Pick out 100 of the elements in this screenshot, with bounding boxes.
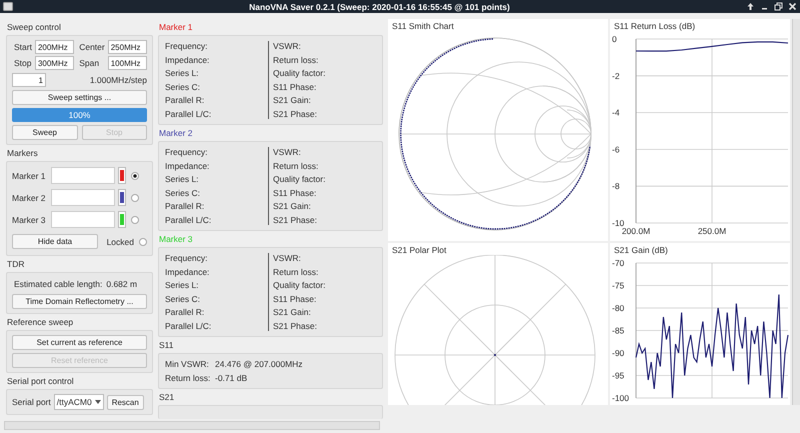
vertical-scrollbar[interactable] bbox=[792, 19, 800, 405]
s11-value: -0.71 dB bbox=[215, 372, 248, 383]
detail-label: Series C: bbox=[165, 294, 201, 304]
detail-label: Impedance: bbox=[165, 266, 210, 277]
detail-label: Parallel R: bbox=[165, 95, 206, 106]
marker-radio[interactable] bbox=[131, 194, 139, 202]
serial-port-label: Serial port bbox=[12, 397, 51, 407]
detail-label: S11 Phase: bbox=[273, 188, 318, 198]
detail-label: S21 Gain: bbox=[273, 201, 312, 212]
field-label: Center bbox=[78, 42, 105, 52]
frequency-field[interactable]: 100MHz bbox=[108, 56, 147, 70]
locked-radio[interactable] bbox=[139, 238, 147, 246]
marker-title: Marker 1 bbox=[158, 21, 194, 34]
y-tick-label: -6 bbox=[612, 144, 620, 154]
rescan-button[interactable]: Rescan bbox=[106, 394, 144, 410]
detail-label: Series L: bbox=[165, 280, 200, 290]
y-tick-label: -4 bbox=[612, 108, 620, 118]
marker-frequency-field[interactable] bbox=[51, 167, 115, 184]
marker-title: Marker 3 bbox=[158, 232, 194, 246]
detail-label: Frequency: bbox=[165, 41, 209, 51]
tdr-button[interactable]: Time Domain Reflectometry ... bbox=[12, 294, 147, 309]
y-tick-label: -75 bbox=[612, 280, 624, 290]
section-title: TDR bbox=[6, 258, 26, 271]
detail-label: Parallel L/C: bbox=[165, 320, 212, 331]
y-tick-label: -70 bbox=[612, 258, 624, 268]
sweep-button[interactable]: Sweep bbox=[12, 125, 78, 140]
app-icon bbox=[3, 2, 13, 11]
y-tick-label: -80 bbox=[612, 303, 624, 313]
marker-color-swatch[interactable] bbox=[118, 189, 126, 206]
x-tick-label: 250.0M bbox=[698, 226, 726, 236]
chart-title: S11 Smith Chart bbox=[391, 20, 455, 31]
section-title: Markers bbox=[6, 147, 39, 160]
y-tick-label: -10 bbox=[612, 218, 624, 228]
detail-label: S11 Phase: bbox=[273, 294, 318, 304]
field-label: Start bbox=[13, 42, 32, 52]
progress-label: 100% bbox=[68, 110, 90, 120]
detail-label: Quality factor: bbox=[273, 174, 326, 184]
sweep-settings-button[interactable]: Sweep settings ... bbox=[12, 90, 147, 105]
chart-title: S11 Return Loss (dB) bbox=[613, 20, 696, 31]
marker-radio[interactable] bbox=[131, 172, 139, 180]
chart-title: S21 Gain (dB) bbox=[613, 244, 669, 255]
detail-label: Impedance: bbox=[165, 54, 210, 65]
chart-title: S21 Polar Plot bbox=[391, 244, 448, 255]
section-title: Reference sweep bbox=[6, 316, 74, 329]
detail-label: VSWR: bbox=[273, 252, 302, 263]
detail-label: Series L: bbox=[165, 174, 200, 184]
section-title: Serial port control bbox=[6, 375, 75, 388]
marker-label: Marker 2 bbox=[12, 192, 47, 202]
section-title: S21 bbox=[158, 390, 176, 404]
y-tick-label: -100 bbox=[612, 393, 630, 403]
restore-icon[interactable] bbox=[774, 2, 783, 11]
detail-label: S21 Phase: bbox=[273, 108, 318, 119]
marker-label: Marker 3 bbox=[12, 214, 47, 224]
marker-frequency-field[interactable] bbox=[51, 211, 115, 228]
hide-data-button[interactable]: Hide data bbox=[12, 234, 98, 249]
detail-label: Series L: bbox=[165, 68, 200, 78]
field-label: Stop bbox=[13, 58, 32, 68]
detail-label: S21 Gain: bbox=[273, 95, 312, 106]
detail-label: Frequency: bbox=[165, 252, 209, 263]
y-tick-label: -2 bbox=[612, 70, 620, 81]
y-tick-label: -95 bbox=[612, 370, 624, 380]
y-tick-label: -90 bbox=[612, 348, 624, 358]
frequency-field[interactable]: 250MHz bbox=[108, 40, 147, 54]
section-title: Sweep control bbox=[6, 21, 62, 34]
detail-label: Frequency: bbox=[165, 146, 209, 157]
detail-label: S21 Phase: bbox=[273, 214, 318, 225]
caret-icon bbox=[94, 400, 101, 404]
marker-frequency-field[interactable] bbox=[51, 189, 115, 206]
horizontal-scrollbar[interactable] bbox=[4, 421, 380, 430]
frequency-field[interactable]: 200MHz bbox=[34, 40, 74, 54]
window-title: NanoVNA Saver 0.2.1 (Sweep: 2020-01-16 16:55:45 @ 101 points) bbox=[248, 2, 511, 12]
locked-label: Locked bbox=[106, 236, 134, 246]
field-label: Span bbox=[78, 58, 100, 68]
s11-value: 24.476 @ 207.000MHz bbox=[215, 358, 303, 369]
detail-label: Series C: bbox=[165, 82, 201, 92]
detail-label: Impedance: bbox=[165, 160, 210, 171]
serial-port-dropdown[interactable]: /ttyACM0 bbox=[54, 394, 104, 410]
marker-title: Marker 2 bbox=[158, 126, 194, 140]
detail-label: Series C: bbox=[165, 188, 201, 198]
segments-field[interactable]: 1 bbox=[12, 73, 46, 87]
marker-color-swatch[interactable] bbox=[118, 167, 126, 184]
y-tick-label: -85 bbox=[612, 326, 624, 336]
marker-color-swatch[interactable] bbox=[118, 211, 126, 228]
cable-length-label: Estimated cable length: bbox=[14, 279, 102, 289]
y-tick-label: 0 bbox=[612, 34, 617, 44]
marker-radio[interactable] bbox=[131, 216, 139, 224]
reference-button[interactable]: Set current as reference bbox=[12, 335, 147, 350]
detail-label: Parallel R: bbox=[165, 201, 206, 212]
cable-length-value: 0.682 m bbox=[106, 279, 138, 289]
pin-icon[interactable] bbox=[746, 2, 755, 11]
s11-label: Min VSWR: bbox=[165, 358, 210, 369]
y-tick-label: -8 bbox=[612, 181, 620, 192]
frequency-field[interactable]: 300MHz bbox=[34, 56, 74, 70]
detail-label: Parallel R: bbox=[165, 307, 206, 318]
close-icon[interactable] bbox=[788, 2, 797, 11]
detail-label: Parallel L/C: bbox=[165, 214, 212, 225]
s11-label: Return loss: bbox=[165, 372, 212, 383]
detail-label: Return loss: bbox=[273, 266, 320, 277]
x-tick-label: 200.0M bbox=[622, 226, 650, 236]
detail-label: S21 Gain: bbox=[273, 307, 312, 318]
